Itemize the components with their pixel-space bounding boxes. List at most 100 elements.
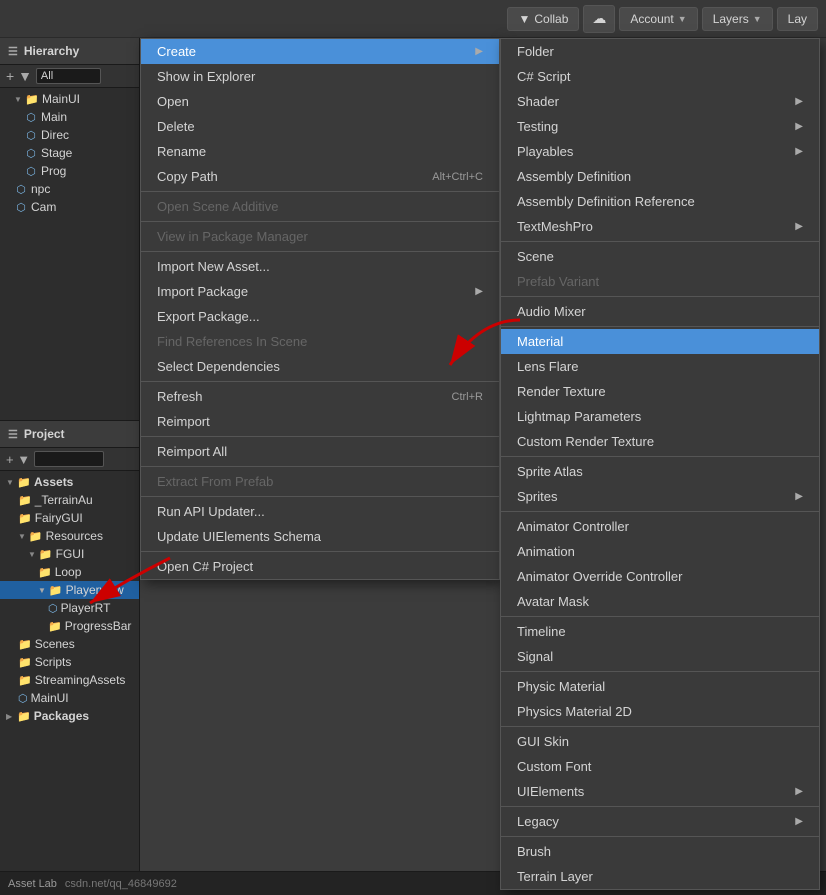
menu-item-terrain-layer[interactable]: Terrain Layer <box>501 864 819 889</box>
tree-item-packages[interactable]: ▶ 📁 Packages <box>0 707 139 725</box>
menu-label-gui-skin: GUI Skin <box>517 734 569 749</box>
tree-item-scenes[interactable]: 📁 Scenes <box>0 635 139 653</box>
status-label: Asset Lab <box>8 878 57 890</box>
menu-item-update-schema[interactable]: Update UIElements Schema <box>141 524 499 549</box>
tree-item-playerrt[interactable]: ⬡ PlayerRT <box>0 599 139 617</box>
hierarchy-tree: ▼ 📁 MainUI ⬡ Main ⬡ Direc ⬡ Stage ⬡ Prog… <box>0 88 139 218</box>
menu-arrow-import-package: ▶ <box>475 286 483 297</box>
menu-item-rename[interactable]: Rename <box>141 139 499 164</box>
gameobj-icon-prog: ⬡ <box>24 165 38 178</box>
menu-item-brush[interactable]: Brush <box>501 839 819 864</box>
menu-item-testing[interactable]: Testing ▶ <box>501 114 819 139</box>
menu-item-ui-elements[interactable]: UIElements ▶ <box>501 779 819 804</box>
menu-label-reimport-all: Reimport All <box>157 444 227 459</box>
menu-item-assembly-def[interactable]: Assembly Definition <box>501 164 819 189</box>
menu-item-assembly-def-ref[interactable]: Assembly Definition Reference <box>501 189 819 214</box>
menu-item-playables[interactable]: Playables ▶ <box>501 139 819 164</box>
tree-item-terrainau[interactable]: 📁 _TerrainAu <box>0 491 139 509</box>
project-add-button[interactable]: + ▼ <box>6 452 30 467</box>
tree-label-resources: Resources <box>46 529 103 543</box>
tree-item-stage[interactable]: ⬡ Stage <box>0 144 139 162</box>
menu-item-lightmap-params[interactable]: Lightmap Parameters <box>501 404 819 429</box>
menu-item-export-package[interactable]: Export Package... <box>141 304 499 329</box>
menu-item-gui-skin[interactable]: GUI Skin <box>501 729 819 754</box>
menu-item-delete[interactable]: Delete <box>141 114 499 139</box>
menu-item-folder[interactable]: Folder <box>501 39 819 64</box>
menu-item-refresh[interactable]: Refresh Ctrl+R <box>141 384 499 409</box>
menu-item-textmeshpro[interactable]: TextMeshPro ▶ <box>501 214 819 239</box>
menu-item-import-asset[interactable]: Import New Asset... <box>141 254 499 279</box>
menu-item-open[interactable]: Open <box>141 89 499 114</box>
menu-item-signal[interactable]: Signal <box>501 644 819 669</box>
menu-item-sprite-atlas[interactable]: Sprite Atlas <box>501 459 819 484</box>
menu-item-import-package[interactable]: Import Package ▶ <box>141 279 499 304</box>
tree-label-fairygui: FairyGUI <box>35 511 83 525</box>
menu-item-lens-flare[interactable]: Lens Flare <box>501 354 819 379</box>
folder-icon-packages: 📁 <box>17 710 31 723</box>
menu-shortcut-copy-path: Alt+Ctrl+C <box>432 171 483 183</box>
tree-item-prog[interactable]: ⬡ Prog <box>0 162 139 180</box>
menu-item-prefab-variant: Prefab Variant <box>501 269 819 294</box>
tree-item-progressbar[interactable]: 📁 ProgressBar <box>0 617 139 635</box>
tree-item-fairygui[interactable]: 📁 FairyGUI <box>0 509 139 527</box>
layers-button[interactable]: Layers ▼ <box>702 7 773 31</box>
menu-item-create[interactable]: Create ▶ <box>141 39 499 64</box>
menu-label-signal: Signal <box>517 649 553 664</box>
hierarchy-add-button[interactable]: + ▼ <box>6 68 32 84</box>
lay-button[interactable]: Lay <box>777 7 818 31</box>
account-button[interactable]: Account ▼ <box>619 7 697 31</box>
menu-item-custom-font[interactable]: Custom Font <box>501 754 819 779</box>
gameobj-icon-npc: ⬡ <box>14 183 28 196</box>
menu-item-render-texture[interactable]: Render Texture <box>501 379 819 404</box>
menu-item-select-deps[interactable]: Select Dependencies <box>141 354 499 379</box>
menu-item-copy-path[interactable]: Copy Path Alt+Ctrl+C <box>141 164 499 189</box>
collab-label: Collab <box>534 12 568 26</box>
tree-item-npc[interactable]: ⬡ npc <box>0 180 139 198</box>
tree-label-npc: npc <box>31 182 50 196</box>
tree-item-scripts[interactable]: 📁 Scripts <box>0 653 139 671</box>
menu-item-animator-override[interactable]: Animator Override Controller <box>501 564 819 589</box>
tree-item-assets[interactable]: ▼ 📁 Assets <box>0 473 139 491</box>
menu-item-animator-ctrl[interactable]: Animator Controller <box>501 514 819 539</box>
tree-item-mainui-asset[interactable]: ⬡ MainUI <box>0 689 139 707</box>
menu-item-legacy[interactable]: Legacy ▶ <box>501 809 819 834</box>
cloud-button[interactable]: ☁ <box>583 5 615 33</box>
menu-arrow-textmeshpro: ▶ <box>795 221 803 232</box>
menu-item-reimport[interactable]: Reimport <box>141 409 499 434</box>
tree-item-fgui[interactable]: ▼ 📁 FGUI <box>0 545 139 563</box>
menu-item-run-api[interactable]: Run API Updater... <box>141 499 499 524</box>
menu-item-material[interactable]: Material <box>501 329 819 354</box>
menu-label-view-package: View in Package Manager <box>157 229 308 244</box>
hierarchy-toolbar: + ▼ <box>0 65 139 88</box>
menu-item-scene[interactable]: Scene <box>501 244 819 269</box>
tree-item-mainui[interactable]: ▼ 📁 MainUI <box>0 90 139 108</box>
menu-item-csharp[interactable]: C# Script <box>501 64 819 89</box>
menu-item-sprites[interactable]: Sprites ▶ <box>501 484 819 509</box>
tree-label-scripts: Scripts <box>35 655 72 669</box>
menu-item-animation[interactable]: Animation <box>501 539 819 564</box>
gameobj-icon-cam: ⬡ <box>14 201 28 214</box>
menu-item-show-explorer[interactable]: Show in Explorer <box>141 64 499 89</box>
project-search-input[interactable] <box>34 451 104 467</box>
menu-item-avatar-mask[interactable]: Avatar Mask <box>501 589 819 614</box>
menu-item-timeline[interactable]: Timeline <box>501 619 819 644</box>
tree-item-cam[interactable]: ⬡ Cam <box>0 198 139 216</box>
menu-label-import-package: Import Package <box>157 284 248 299</box>
tree-item-streaming[interactable]: 📁 StreamingAssets <box>0 671 139 689</box>
tree-item-resources[interactable]: ▼ 📁 Resources <box>0 527 139 545</box>
menu-item-audio-mixer[interactable]: Audio Mixer <box>501 299 819 324</box>
menu-label-delete: Delete <box>157 119 195 134</box>
tree-item-playerview[interactable]: ▼ 📁 Playerview <box>0 581 139 599</box>
collab-button[interactable]: ▼ Collab <box>507 7 579 31</box>
hierarchy-search-input[interactable] <box>36 68 101 84</box>
tree-item-main[interactable]: ⬡ Main <box>0 108 139 126</box>
tree-item-loop[interactable]: 📁 Loop <box>0 563 139 581</box>
menu-item-physics-2d[interactable]: Physics Material 2D <box>501 699 819 724</box>
menu-item-open-csharp[interactable]: Open C# Project <box>141 554 499 579</box>
menu-item-custom-render[interactable]: Custom Render Texture <box>501 429 819 454</box>
menu-label-update-schema: Update UIElements Schema <box>157 529 321 544</box>
menu-item-physic-material[interactable]: Physic Material <box>501 674 819 699</box>
menu-item-reimport-all[interactable]: Reimport All <box>141 439 499 464</box>
menu-item-shader[interactable]: Shader ▶ <box>501 89 819 114</box>
tree-item-direc[interactable]: ⬡ Direc <box>0 126 139 144</box>
